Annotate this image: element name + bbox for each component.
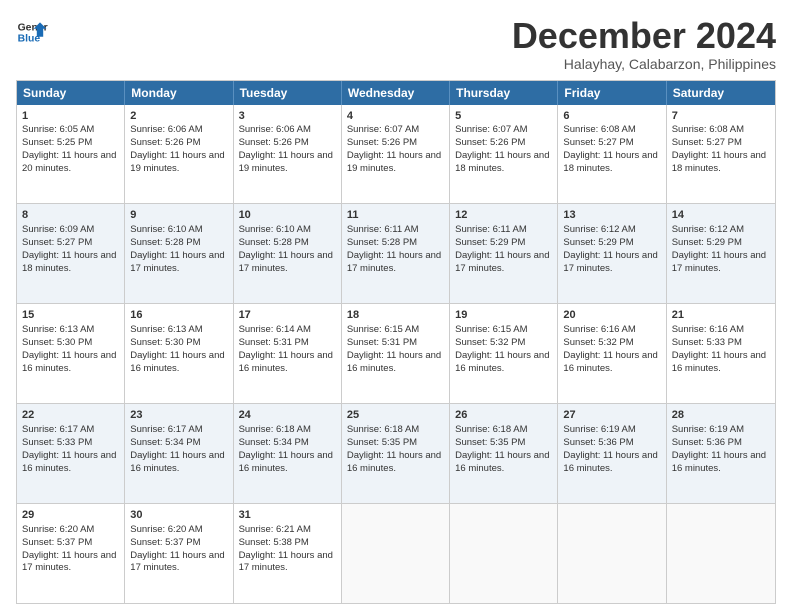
logo-icon: General Blue [16,16,48,48]
cell-empty-3 [558,504,666,603]
header-sunday: Sunday [17,81,125,105]
cell-dec30: 30 Sunrise: 6:20 AM Sunset: 5:37 PM Dayl… [125,504,233,603]
cell-dec21: 21 Sunrise: 6:16 AM Sunset: 5:33 PM Dayl… [667,304,775,403]
cell-dec19: 19 Sunrise: 6:15 AM Sunset: 5:32 PM Dayl… [450,304,558,403]
calendar-body: 1 Sunrise: 6:05 AM Sunset: 5:25 PM Dayli… [17,105,775,603]
cell-dec14: 14 Sunrise: 6:12 AM Sunset: 5:29 PM Dayl… [667,204,775,303]
calendar-header: Sunday Monday Tuesday Wednesday Thursday… [17,81,775,105]
week-row-1: 1 Sunrise: 6:05 AM Sunset: 5:25 PM Dayli… [17,105,775,204]
cell-dec27: 27 Sunrise: 6:19 AM Sunset: 5:36 PM Dayl… [558,404,666,503]
week-row-5: 29 Sunrise: 6:20 AM Sunset: 5:37 PM Dayl… [17,503,775,603]
cell-dec17: 17 Sunrise: 6:14 AM Sunset: 5:31 PM Dayl… [234,304,342,403]
week-row-2: 8 Sunrise: 6:09 AM Sunset: 5:27 PM Dayli… [17,203,775,303]
week-row-3: 15 Sunrise: 6:13 AM Sunset: 5:30 PM Dayl… [17,303,775,403]
cell-empty-2 [450,504,558,603]
header-tuesday: Tuesday [234,81,342,105]
month-title: December 2024 [512,16,776,56]
header-wednesday: Wednesday [342,81,450,105]
cell-dec31: 31 Sunrise: 6:21 AM Sunset: 5:38 PM Dayl… [234,504,342,603]
cell-dec25: 25 Sunrise: 6:18 AM Sunset: 5:35 PM Dayl… [342,404,450,503]
cell-dec16: 16 Sunrise: 6:13 AM Sunset: 5:30 PM Dayl… [125,304,233,403]
cell-dec6: 6 Sunrise: 6:08 AM Sunset: 5:27 PM Dayli… [558,105,666,204]
header-saturday: Saturday [667,81,775,105]
cell-empty-1 [342,504,450,603]
cell-dec20: 20 Sunrise: 6:16 AM Sunset: 5:32 PM Dayl… [558,304,666,403]
cell-dec7: 7 Sunrise: 6:08 AM Sunset: 5:27 PM Dayli… [667,105,775,204]
header-monday: Monday [125,81,233,105]
cell-dec23: 23 Sunrise: 6:17 AM Sunset: 5:34 PM Dayl… [125,404,233,503]
cell-dec5: 5 Sunrise: 6:07 AM Sunset: 5:26 PM Dayli… [450,105,558,204]
header-friday: Friday [558,81,666,105]
week-row-4: 22 Sunrise: 6:17 AM Sunset: 5:33 PM Dayl… [17,403,775,503]
cell-dec26: 26 Sunrise: 6:18 AM Sunset: 5:35 PM Dayl… [450,404,558,503]
subtitle: Halayhay, Calabarzon, Philippines [512,56,776,72]
cell-dec12: 12 Sunrise: 6:11 AM Sunset: 5:29 PM Dayl… [450,204,558,303]
cell-dec4: 4 Sunrise: 6:07 AM Sunset: 5:26 PM Dayli… [342,105,450,204]
cell-dec29: 29 Sunrise: 6:20 AM Sunset: 5:37 PM Dayl… [17,504,125,603]
page: General Blue December 2024 Halayhay, Cal… [0,0,792,612]
cell-dec8: 8 Sunrise: 6:09 AM Sunset: 5:27 PM Dayli… [17,204,125,303]
cell-dec10: 10 Sunrise: 6:10 AM Sunset: 5:28 PM Dayl… [234,204,342,303]
cell-dec18: 18 Sunrise: 6:15 AM Sunset: 5:31 PM Dayl… [342,304,450,403]
cell-dec3: 3 Sunrise: 6:06 AM Sunset: 5:26 PM Dayli… [234,105,342,204]
logo: General Blue [16,16,48,48]
cell-dec24: 24 Sunrise: 6:18 AM Sunset: 5:34 PM Dayl… [234,404,342,503]
title-block: December 2024 Halayhay, Calabarzon, Phil… [512,16,776,72]
cell-dec11: 11 Sunrise: 6:11 AM Sunset: 5:28 PM Dayl… [342,204,450,303]
cell-empty-4 [667,504,775,603]
header-thursday: Thursday [450,81,558,105]
cell-dec1: 1 Sunrise: 6:05 AM Sunset: 5:25 PM Dayli… [17,105,125,204]
cell-dec28: 28 Sunrise: 6:19 AM Sunset: 5:36 PM Dayl… [667,404,775,503]
cell-dec15: 15 Sunrise: 6:13 AM Sunset: 5:30 PM Dayl… [17,304,125,403]
cell-dec22: 22 Sunrise: 6:17 AM Sunset: 5:33 PM Dayl… [17,404,125,503]
calendar: Sunday Monday Tuesday Wednesday Thursday… [16,80,776,604]
cell-dec9: 9 Sunrise: 6:10 AM Sunset: 5:28 PM Dayli… [125,204,233,303]
cell-dec2: 2 Sunrise: 6:06 AM Sunset: 5:26 PM Dayli… [125,105,233,204]
header: General Blue December 2024 Halayhay, Cal… [16,16,776,72]
cell-dec13: 13 Sunrise: 6:12 AM Sunset: 5:29 PM Dayl… [558,204,666,303]
